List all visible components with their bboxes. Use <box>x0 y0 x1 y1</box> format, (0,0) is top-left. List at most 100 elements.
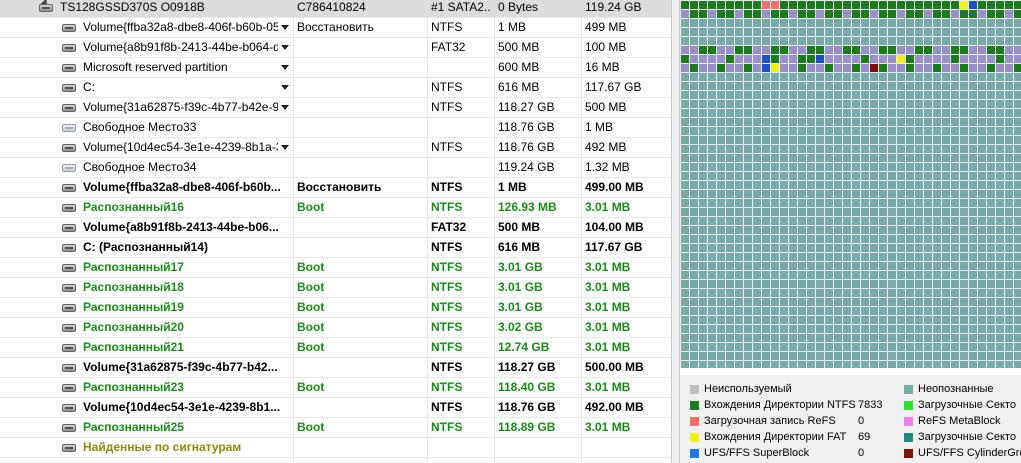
dropdown-arrow-icon[interactable] <box>281 25 289 30</box>
cluster-ntfs-dir <box>717 1 725 9</box>
legend-item: Вхождения Директории NTFS 7833 <box>690 397 890 413</box>
row-col3: NTFS <box>431 380 463 394</box>
cluster-superblock <box>816 55 824 63</box>
tree-row[interactable]: Volume{ffba32a8-dbe8-406f-b60b-05... Восс… <box>0 18 671 38</box>
tree-row[interactable]: Распознанный20 Boot NTFS 3.02 GB 3.01 MB <box>0 318 671 338</box>
row-col5: 492.00 MB <box>585 400 644 414</box>
cluster-ntfs-dir <box>843 10 851 18</box>
cluster-unused <box>780 46 788 54</box>
cluster-ntfs-dir <box>807 55 815 63</box>
tree-row[interactable]: Свободное Место33 118.76 GB 1 MB <box>0 118 671 138</box>
tree-row[interactable]: Распознанный21 Boot NTFS 12.74 GB 3.01 MB <box>0 338 671 358</box>
legend-swatch <box>904 385 913 394</box>
tree-row[interactable]: Volume{ffba32a8-dbe8-406f-b60b... Восстан… <box>0 178 671 198</box>
tree-row[interactable]: Volume{a8b91f8b-2413-44be-b06... FAT32 500… <box>0 218 671 238</box>
row-name: Volume{10d4ec54-3e1e-4239-8b1a-3... <box>83 140 278 154</box>
legend-label: Загрузочные Секто <box>918 399 1016 411</box>
tree-row[interactable]: C: (Распознанный14) NTFS 616 MB 117.67 GB <box>0 238 671 258</box>
tree-row[interactable]: TS128GSSD370S O0918B C786410824 #1 SATA2..… <box>0 0 671 18</box>
tree-row[interactable]: Найденные по сигнатурам <box>0 438 671 458</box>
tree-row[interactable]: Microsoft reserved partition 600 MB 16 MB <box>0 58 671 78</box>
hard-drive-icon <box>61 43 77 53</box>
cluster-ntfs-dir <box>717 10 725 18</box>
cluster-ntfs-dir <box>888 10 896 18</box>
row-col5 <box>585 438 665 457</box>
tree-row[interactable]: Распознанный16 Boot NTFS 126.93 MB 3.01 MB <box>0 198 671 218</box>
tree-row[interactable]: Volume{10d4ec54-3e1e-4239-8b1... NTFS 118.… <box>0 398 671 418</box>
disk-cluster-map[interactable] <box>680 0 1021 368</box>
tree-row[interactable]: Volume{10d4ec54-3e1e-4239-8b1a-3... NTFS 1… <box>0 138 671 158</box>
row-col4: 3.01 GB <box>498 280 543 294</box>
row-col2 <box>297 58 423 77</box>
cluster-ntfs-dir <box>852 10 860 18</box>
cluster-unused <box>798 46 806 54</box>
row-col4: 118.76 GB <box>498 120 555 134</box>
row-col5: 500 MB <box>585 100 627 114</box>
row-col2: Boot <box>297 420 325 434</box>
dropdown-arrow-icon[interactable] <box>281 45 289 50</box>
cluster-ntfs-dir <box>798 55 806 63</box>
cluster-unused <box>807 64 815 72</box>
row-col4: 1 MB <box>498 20 527 34</box>
cluster-ntfs-dir <box>1014 1 1021 9</box>
cluster-unused <box>825 55 833 63</box>
cluster-ntfs-dir <box>969 10 977 18</box>
row-col4: 3.02 GB <box>498 320 543 334</box>
cluster-unused <box>960 55 968 63</box>
dropdown-arrow-icon[interactable] <box>281 85 289 90</box>
cluster-ntfs-dir <box>726 10 734 18</box>
row-col3 <box>431 58 491 77</box>
tree-row[interactable]: Volume{31a62875-f39c-4b77-b42... NTFS 118.… <box>0 358 671 378</box>
row-col4: 118.27 GB <box>498 100 555 114</box>
cluster-ntfs-dir <box>708 10 716 18</box>
tree-row[interactable]: Свободное Место34 119.24 GB 1.32 MB <box>0 158 671 178</box>
row-col4: 600 MB <box>498 60 540 74</box>
cluster-unused <box>933 55 941 63</box>
legend-swatch <box>690 449 699 458</box>
panel-splitter[interactable] <box>671 0 680 463</box>
cluster-unused <box>987 55 995 63</box>
tree-row[interactable]: Распознанный19 Boot NTFS 3.01 GB 3.01 MB <box>0 298 671 318</box>
hard-drive-icon <box>61 223 77 233</box>
cluster-unused <box>897 46 905 54</box>
cluster-ntfs-dir <box>942 1 950 9</box>
cluster-ntfs-dir <box>888 1 896 9</box>
tree-row[interactable]: Распознанный25 Boot NTFS 118.89 GB 3.01 MB <box>0 418 671 438</box>
hard-drive-icon <box>61 23 77 33</box>
cluster-unused <box>942 55 950 63</box>
cluster-unused <box>681 64 689 72</box>
row-col2: Boot <box>297 280 325 294</box>
legend-label: Неиспользуемый <box>704 383 792 395</box>
legend-label: Вхождения Директории FAT <box>704 431 847 443</box>
tree-row[interactable]: Распознанный23 Boot NTFS 118.40 GB 3.01 MB <box>0 378 671 398</box>
row-col5: 1.32 MB <box>585 160 630 174</box>
tree-row[interactable]: Volume{31a62875-f39c-4b77-b42e-90... NTFS… <box>0 98 671 118</box>
cluster-unused <box>861 46 869 54</box>
dropdown-arrow-icon[interactable] <box>281 145 289 150</box>
cluster-unused <box>951 46 959 54</box>
row-col5: 3.01 MB <box>585 260 631 274</box>
cluster-unused <box>699 46 707 54</box>
row-name: Volume{a8b91f8b-2413-44be-b06... <box>83 220 279 234</box>
dropdown-arrow-icon[interactable] <box>281 105 289 110</box>
row-col3: FAT32 <box>431 220 467 234</box>
cluster-ntfs-dir <box>798 10 806 18</box>
row-col2 <box>297 118 423 137</box>
row-col2 <box>297 238 423 257</box>
cluster-superblock <box>762 55 770 63</box>
dropdown-arrow-icon[interactable] <box>281 65 289 70</box>
cluster-unused <box>1005 55 1013 63</box>
tree-row[interactable]: Распознанный18 Boot NTFS 3.01 GB 3.01 MB <box>0 278 671 298</box>
row-col3: NTFS <box>431 300 463 314</box>
cluster-unused <box>744 64 752 72</box>
tree-row[interactable]: Распознанный17 Boot NTFS 3.01 GB 3.01 MB <box>0 258 671 278</box>
tree-row[interactable]: Volume{a8b91f8b-2413-44be-b064-d... FAT32… <box>0 38 671 58</box>
tree-row[interactable]: C: NTFS 616 MB 117.67 GB <box>0 78 671 98</box>
legend-item: Загрузочные Секто <box>904 429 1021 445</box>
row-col5: 117.67 GB <box>585 240 643 254</box>
row-col2 <box>297 398 423 417</box>
cluster-unused <box>951 55 959 63</box>
legend-swatch <box>904 433 913 442</box>
legend-swatch <box>690 385 699 394</box>
cluster-ntfs-dir <box>861 1 869 9</box>
